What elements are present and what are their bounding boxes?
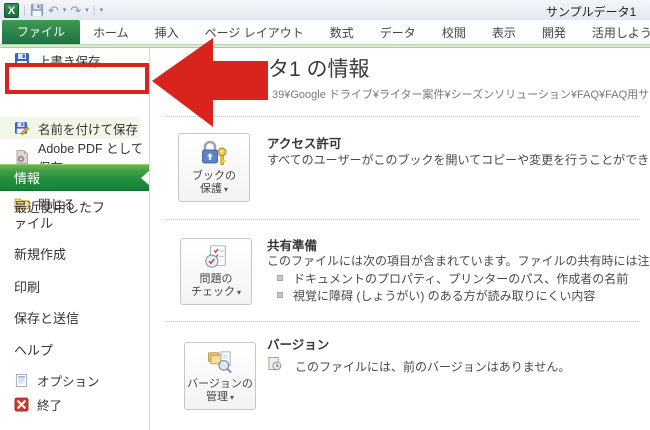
manage-versions-button[interactable]: バージョンの 管理 ▾ bbox=[184, 342, 256, 410]
undo-dropdown-icon[interactable]: ▾ bbox=[63, 6, 67, 14]
bullet-icon bbox=[277, 275, 283, 281]
section-body: すべてのユーザーがこのブックを開いてコピーや変更を行うことができます。 bbox=[267, 153, 650, 167]
lock-key-icon bbox=[202, 140, 227, 165]
qat-separator: | bbox=[23, 4, 26, 16]
redo-icon[interactable]: ↷ bbox=[70, 4, 81, 17]
section-heading-permissions: アクセス許可 bbox=[267, 137, 342, 151]
tab-insert[interactable]: 挿入 bbox=[142, 22, 192, 44]
sidebar-item-label: 終了 bbox=[37, 398, 63, 413]
sidebar-nav-info[interactable]: 情報 bbox=[0, 164, 149, 191]
exit-icon bbox=[14, 397, 29, 411]
section-divider bbox=[165, 219, 640, 220]
tab-developer[interactable]: 開発 bbox=[529, 22, 579, 44]
sidebar-item-options[interactable]: オプション bbox=[0, 370, 150, 390]
sidebar-nav-new[interactable]: 新規作成 bbox=[0, 247, 148, 263]
qat-separator: | bbox=[92, 4, 96, 16]
sidebar-item-exit[interactable]: 終了 bbox=[0, 394, 150, 414]
version-file-icon bbox=[268, 356, 282, 371]
sidebar-item-label: オプション bbox=[37, 374, 100, 389]
sidebar-item-save-as[interactable]: 名前を付けて保存 bbox=[0, 117, 140, 139]
sidebar-nav-help[interactable]: ヘルプ bbox=[0, 343, 148, 359]
tab-custom-excel[interactable]: 活用しよう！エクセル bbox=[579, 22, 650, 44]
file-path: 39¥Google ドライブ¥ライター案件¥シーズンソリューション¥FAQ¥FA… bbox=[272, 89, 650, 101]
dropdown-caret-icon: ▾ bbox=[223, 185, 228, 194]
bullet-icon bbox=[277, 292, 283, 298]
save-as-icon bbox=[15, 122, 30, 136]
ribbon-tab-bar: ファイル ホーム 挿入 ページ レイアウト 数式 データ 校閲 表示 開発 活用… bbox=[0, 20, 650, 44]
sidebar-item-label: 情報 bbox=[14, 171, 41, 186]
button-label: バージョンの 管理 ▾ bbox=[187, 378, 253, 403]
check-for-issues-button[interactable]: 問題の チェック ▾ bbox=[180, 238, 252, 305]
undo-icon[interactable]: ↶ bbox=[48, 4, 59, 17]
title-bar: X | ↶ ▾ ↷ ▾ | ▾ サンプルデータ1 bbox=[0, 0, 650, 20]
tab-view[interactable]: 表示 bbox=[479, 22, 529, 44]
page-title: タ1 の情報 bbox=[268, 58, 370, 81]
tab-file[interactable]: ファイル bbox=[2, 20, 81, 44]
bullet-item: ドキュメントのプロパティ、プリンターのパス、作成者の名前 bbox=[293, 272, 629, 286]
section-heading-versions: バージョン bbox=[267, 338, 330, 352]
options-icon bbox=[15, 373, 28, 387]
redo-dropdown-icon[interactable]: ▾ bbox=[85, 6, 89, 14]
dropdown-caret-icon: ▾ bbox=[236, 288, 241, 297]
button-label: 問題の チェック ▾ bbox=[190, 273, 241, 298]
window-title: サンプルデータ1 bbox=[546, 5, 637, 19]
customize-qat-icon[interactable]: ▾ bbox=[100, 6, 104, 14]
selected-arrow-notch bbox=[141, 170, 149, 185]
bullet-item: 視覚に障碍 (しょうがい) のある方が読み取りにくい内容 bbox=[293, 289, 596, 303]
sidebar-nav-print[interactable]: 印刷 bbox=[0, 280, 148, 296]
sidebar-nav-save-send[interactable]: 保存と送信 bbox=[0, 311, 148, 327]
protect-workbook-button[interactable]: ブックの 保護 ▾ bbox=[178, 133, 250, 202]
section-body: このファイルには次の項目が含まれています。ファイルの共有時には注意してください。 bbox=[267, 254, 650, 268]
backstage-sidebar: 上書き保存 名前を付けて保存 Adobe PDF として保存 bbox=[0, 48, 150, 430]
section-divider bbox=[165, 321, 640, 322]
version-status-text: このファイルには、前のバージョンはありません。 bbox=[295, 360, 571, 374]
check-issues-icon bbox=[205, 245, 226, 268]
tab-home[interactable]: ホーム bbox=[80, 22, 142, 44]
sidebar-item-label: 名前を付けて保存 bbox=[38, 122, 139, 137]
quick-access-toolbar: X | ↶ ▾ ↷ ▾ | ▾ bbox=[4, 2, 103, 18]
tab-data[interactable]: データ bbox=[367, 22, 429, 44]
tab-formulas[interactable]: 数式 bbox=[317, 22, 367, 44]
manage-versions-icon bbox=[208, 351, 232, 374]
annotation-highlight-box bbox=[5, 63, 149, 94]
sidebar-nav-recent[interactable]: 最近使用したファイル bbox=[0, 200, 116, 232]
section-divider bbox=[165, 116, 640, 117]
excel-backstage-window: X | ↶ ▾ ↷ ▾ | ▾ サンプルデータ1 ファイル ホーム 挿入 ページ… bbox=[0, 0, 650, 430]
button-label: ブックの 保護 ▾ bbox=[192, 170, 236, 195]
tab-page-layout[interactable]: ページ レイアウト bbox=[192, 22, 317, 44]
backstage-content: タ1 の情報 39¥Google ドライブ¥ライター案件¥シーズンソリューション… bbox=[151, 48, 650, 430]
dropdown-caret-icon: ▾ bbox=[229, 393, 234, 402]
adobe-pdf-icon bbox=[16, 150, 28, 164]
save-icon[interactable] bbox=[30, 3, 44, 17]
tab-review[interactable]: 校閲 bbox=[429, 22, 479, 44]
excel-logo-icon[interactable]: X bbox=[4, 2, 19, 18]
